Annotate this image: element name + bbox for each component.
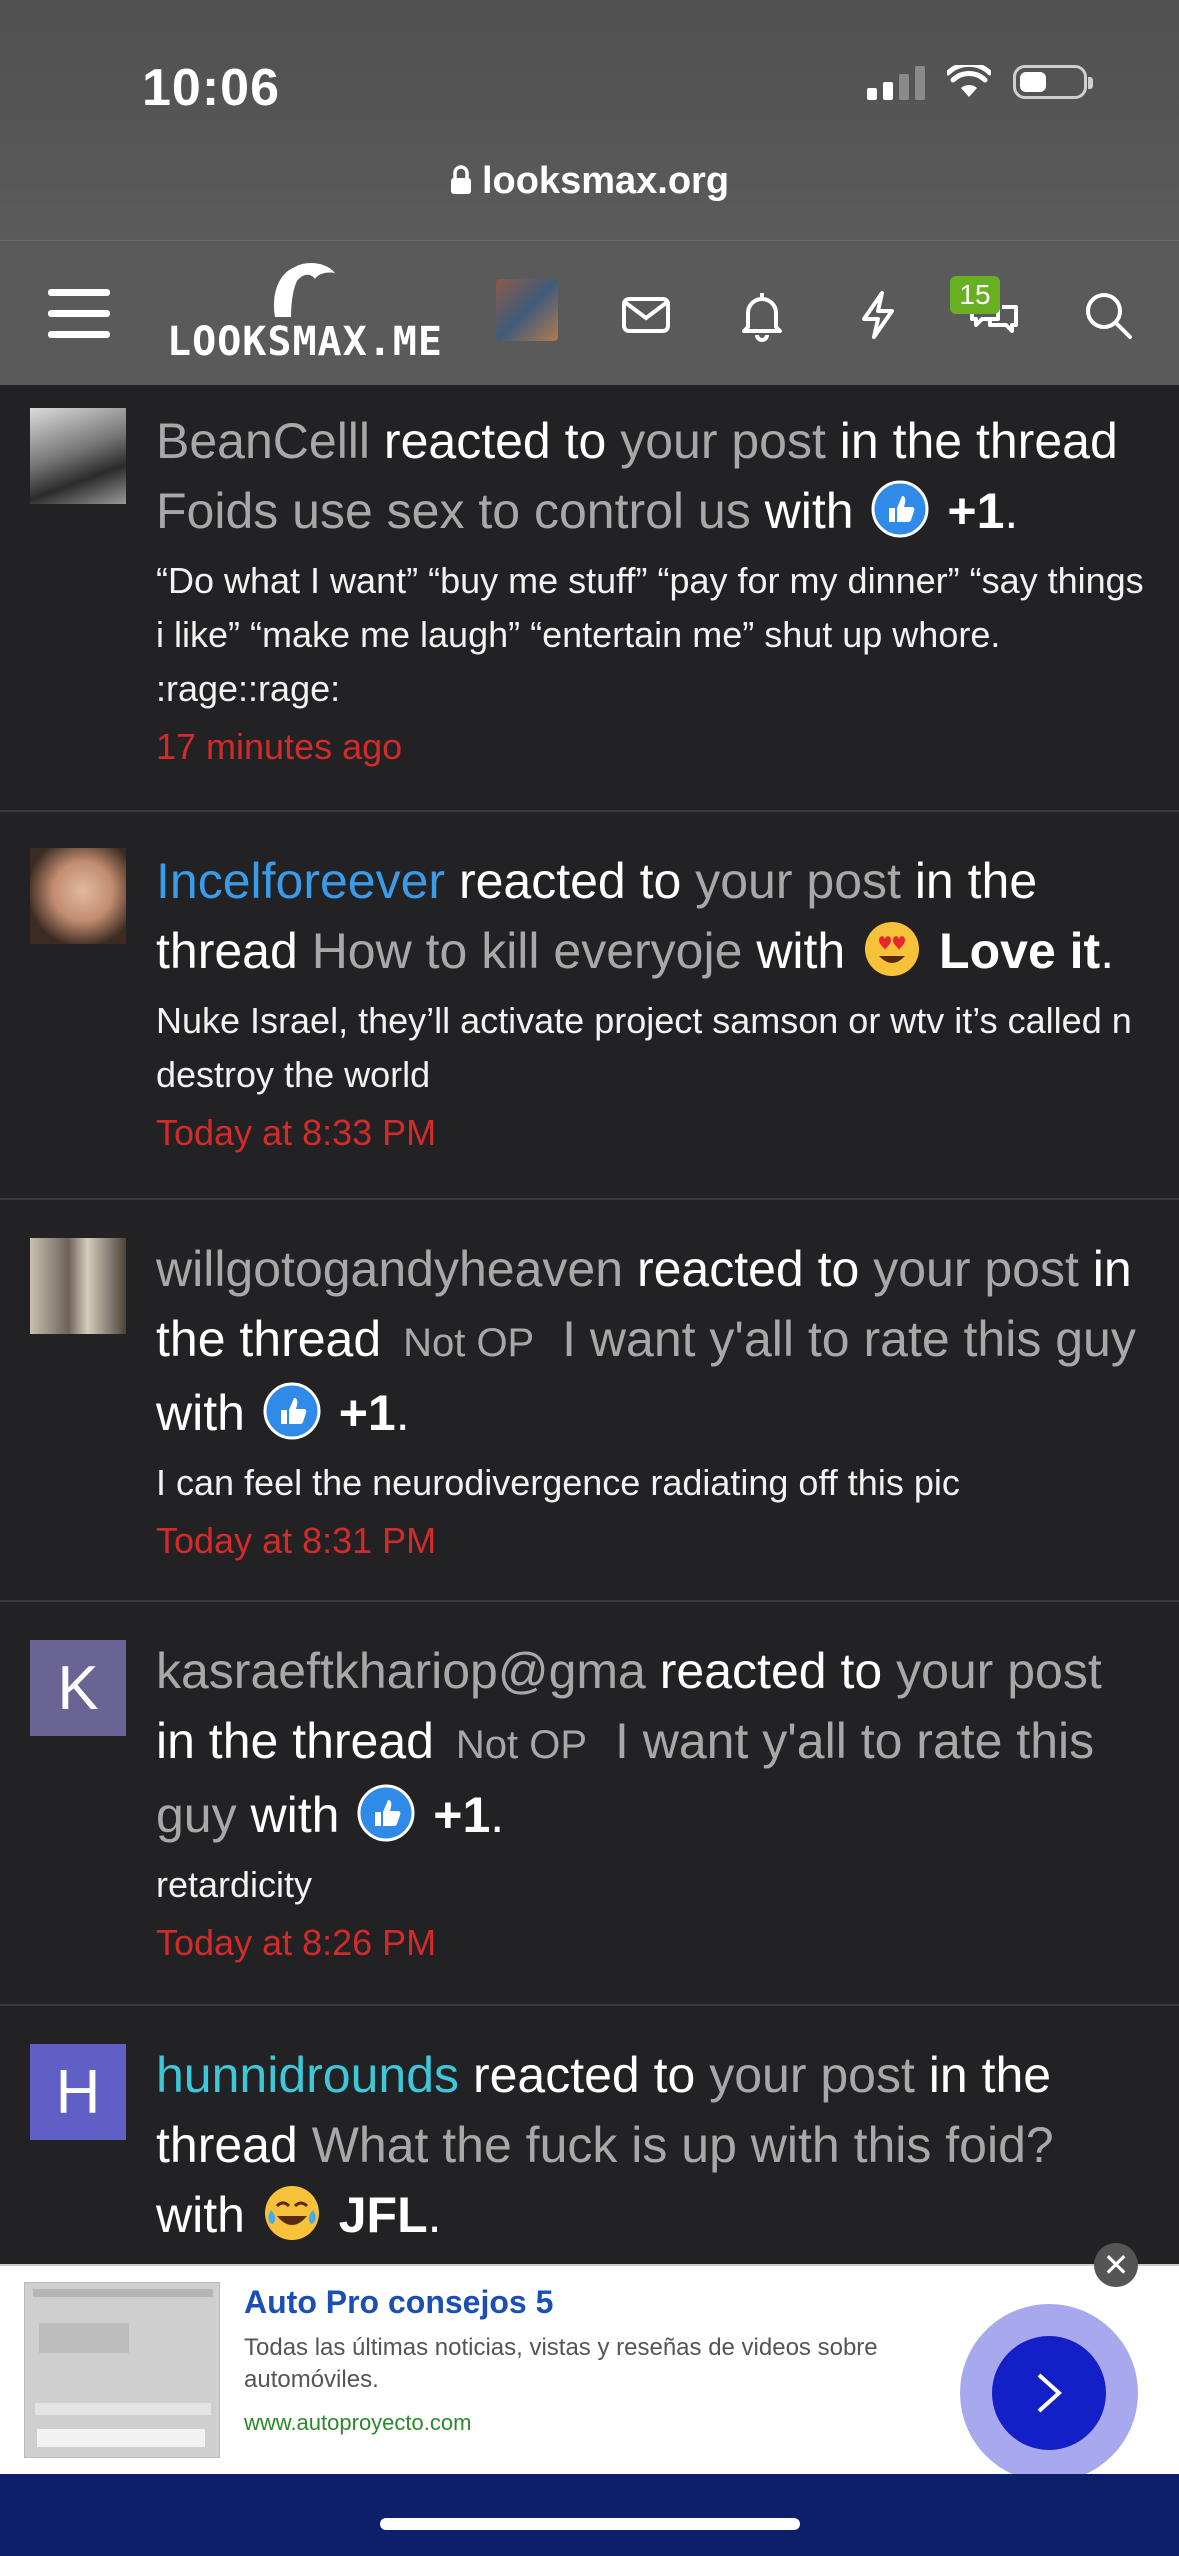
notification-headline: Incelforeever reacted to your post in th… <box>156 853 1115 979</box>
post-snippet: I can feel the neurodivergence radiating… <box>156 1462 960 1503</box>
like-icon <box>357 1784 415 1842</box>
url-bar[interactable]: looksmax.org <box>0 160 1179 203</box>
notification-item[interactable]: BeanCelll reacted to your post in the th… <box>0 384 1179 812</box>
inbox-icon[interactable] <box>618 287 674 343</box>
notification-item[interactable]: Incelforeever reacted to your post in th… <box>0 812 1179 1200</box>
conversations-badge: 15 <box>950 276 1000 314</box>
ad-close-button[interactable]: ✕ <box>1094 2243 1138 2287</box>
user-avatar[interactable]: K <box>30 1640 126 1736</box>
notification-list: BeanCelll reacted to your post in the th… <box>0 384 1179 2306</box>
ad-url[interactable]: www.autoproyecto.com <box>244 2410 471 2436</box>
username-link[interactable]: kasraeftkhariop@gma <box>156 1643 646 1699</box>
username-link[interactable]: hunnidrounds <box>156 2047 459 2103</box>
username-link[interactable]: Incelforeever <box>156 853 445 909</box>
bottom-bar <box>0 2474 1179 2556</box>
notification-item[interactable]: willgotogandyheaven reacted to your post… <box>0 1200 1179 1602</box>
post-link[interactable]: your post <box>873 1241 1079 1297</box>
notification-headline: BeanCelll reacted to your post in the th… <box>156 413 1118 539</box>
post-link[interactable]: your post <box>620 413 826 469</box>
ad-title[interactable]: Auto Pro consejos 5 <box>244 2284 553 2321</box>
signal-icon <box>867 64 925 100</box>
notification-item[interactable]: H hunnidrounds reacted to your post in t… <box>0 2006 1179 2306</box>
notification-headline: hunnidrounds reacted to your post in the… <box>156 2047 1054 2243</box>
user-avatar[interactable] <box>30 848 126 944</box>
username-link[interactable]: BeanCelll <box>156 413 370 469</box>
thread-link[interactable]: What the fuck is up with this foid? <box>312 2117 1054 2173</box>
notification-headline: willgotogandyheaven reacted to your post… <box>156 1241 1136 1441</box>
battery-icon <box>1013 65 1093 99</box>
like-icon <box>871 480 929 538</box>
like-icon <box>263 1382 321 1440</box>
notification-time[interactable]: Today at 8:26 PM <box>156 1922 1149 1964</box>
logo-hair-icon <box>273 263 335 317</box>
user-avatar[interactable] <box>496 279 558 341</box>
post-snippet: retardicity <box>156 1864 313 1905</box>
username-link[interactable]: willgotogandyheaven <box>156 1241 623 1297</box>
lock-icon <box>450 165 471 194</box>
notification-item[interactable]: K kasraeftkhariop@gma reacted to your po… <box>0 1602 1179 2006</box>
status-icons <box>867 64 1093 100</box>
post-link[interactable]: your post <box>709 2047 915 2103</box>
thread-prefix: Not OP <box>403 1321 535 1365</box>
ad-open-button[interactable] <box>960 2304 1138 2482</box>
status-time: 10:06 <box>142 59 280 117</box>
whats-new-bolt-icon[interactable] <box>850 287 906 343</box>
post-snippet: “Do what I want” “buy me stuff” “pay for… <box>156 560 1144 709</box>
heart-eyes-icon <box>865 922 920 976</box>
notification-time[interactable]: Today at 8:33 PM <box>156 1112 1149 1154</box>
search-icon[interactable] <box>1080 287 1136 343</box>
user-avatar[interactable] <box>30 408 126 504</box>
thread-link[interactable]: I want y'all to rate this guy <box>562 1311 1136 1367</box>
browser-chrome: 10:06 looksmax.org <box>0 0 1179 240</box>
site-logo[interactable]: LOOKSMAX.ME <box>165 259 445 369</box>
thread-link[interactable]: How to kill everyoje <box>312 923 743 979</box>
chevron-right-icon <box>1037 2373 1062 2413</box>
post-link[interactable]: your post <box>695 853 901 909</box>
tears-of-joy-icon <box>264 2186 319 2240</box>
post-link[interactable]: your post <box>896 1643 1102 1699</box>
post-snippet: Nuke Israel, they’ll activate project sa… <box>156 1000 1132 1095</box>
ad-thumbnail[interactable] <box>24 2282 220 2458</box>
notification-time[interactable]: Today at 8:31 PM <box>156 1520 1149 1562</box>
url-text: looksmax.org <box>481 160 730 202</box>
site-navbar: LOOKSMAX.ME <box>0 240 1179 385</box>
notification-headline: kasraeftkhariop@gma reacted to your post… <box>156 1643 1102 1843</box>
notification-time[interactable]: 17 minutes ago <box>156 726 1149 768</box>
ad-description: Todas las últimas noticias, vistas y res… <box>244 2334 878 2393</box>
thread-prefix: Not OP <box>455 1723 588 1767</box>
bell-icon[interactable] <box>734 287 790 343</box>
user-avatar[interactable]: H <box>30 2044 126 2140</box>
ad-banner[interactable]: Auto Pro consejos 5 Todas las últimas no… <box>0 2264 1179 2482</box>
menu-icon[interactable] <box>48 289 110 339</box>
wifi-icon <box>947 65 991 97</box>
thread-link[interactable]: Foids use sex to control us <box>156 483 751 539</box>
home-indicator[interactable] <box>380 2518 800 2530</box>
user-avatar[interactable] <box>30 1238 126 1334</box>
